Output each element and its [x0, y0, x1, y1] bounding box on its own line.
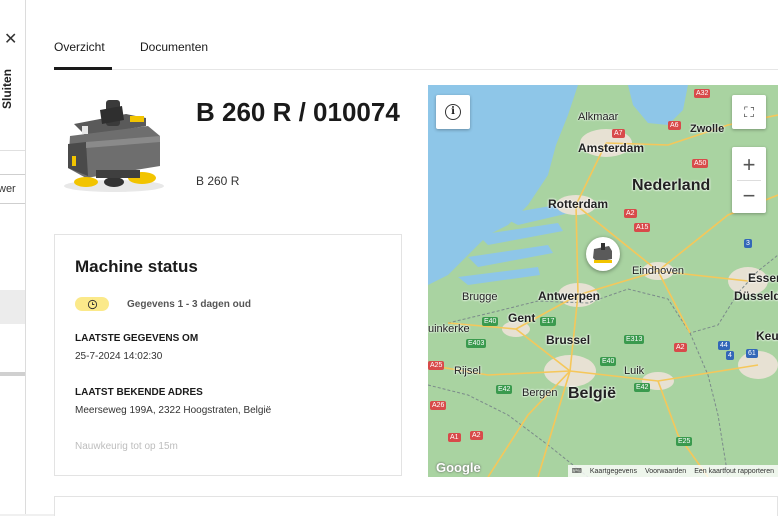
road-badge: E42 [496, 385, 513, 394]
report-error-link[interactable]: Een kaartfout rapporteren [694, 468, 774, 475]
map-info-button[interactable]: i [436, 95, 470, 129]
machine-status-card: Machine status Gegevens 1 - 3 dagen oud … [54, 234, 402, 476]
road-badge: 44 [718, 341, 730, 350]
road-badge: A26 [430, 401, 447, 410]
status-badge: Gegevens 1 - 3 dagen oud [75, 297, 251, 311]
map[interactable]: i ⛶ + − Alkmaar Zwolle Amsterdam Nederla… [428, 85, 778, 477]
search-input[interactable]: wer [0, 174, 25, 204]
close-label[interactable]: Sluiten [0, 66, 18, 112]
road-badge: E403 [466, 339, 487, 348]
road-badge: A2 [624, 209, 637, 218]
road-badge: A2 [470, 431, 483, 440]
info-icon: i [445, 104, 461, 120]
road-badge: A15 [634, 223, 651, 232]
zoom-controls: + − [732, 147, 766, 213]
tab-overzicht[interactable]: Overzicht [54, 40, 112, 70]
road-badge: 61 [746, 349, 758, 358]
map-label-gent: Gent [508, 311, 536, 325]
road-badge: E17 [540, 317, 557, 326]
zoom-in-icon[interactable]: + [743, 150, 756, 180]
main-panel: Overzicht Documenten B 260 R / 010074 B … [26, 0, 778, 516]
last-data-value: 25-7-2024 14:02:30 [75, 351, 163, 362]
road-badge: E40 [600, 357, 617, 366]
scrollbar[interactable] [0, 372, 25, 376]
machine-image [64, 100, 164, 192]
terms-link[interactable]: Voorwaarden [645, 468, 686, 475]
accuracy-hint: Nauwkeurig tot op 15m [75, 441, 178, 452]
map-attribution: ⌨ Kaartgegevens Voorwaarden Een kaartfou… [567, 465, 778, 477]
tab-documenten[interactable]: Documenten [140, 40, 208, 64]
road-badge: A7 [612, 129, 625, 138]
map-label-duinkerke: uinkerke [428, 323, 470, 335]
keyboard-icon[interactable]: ⌨ [572, 467, 582, 475]
google-logo: Google [436, 460, 481, 475]
map-label-brussel: Brussel [546, 333, 591, 347]
clock-icon [75, 297, 109, 311]
road-badge: E25 [676, 437, 693, 446]
sidebar-row[interactable] [0, 290, 25, 324]
status-heading: Machine status [75, 257, 198, 276]
road-badge: A6 [668, 121, 681, 130]
collapsed-sidebar: ✕ Sluiten wer [0, 0, 26, 514]
map-label-belgie: België [568, 385, 617, 402]
map-label-alkmaar: Alkmaar [578, 111, 619, 123]
map-label-rijsel: Rijsel [454, 365, 481, 377]
map-label-nederland: Nederland [632, 177, 711, 194]
machine-location-marker[interactable] [586, 237, 620, 271]
map-label-antwerpen: Antwerpen [538, 289, 601, 303]
map-label-rotterdam: Rotterdam [548, 197, 609, 211]
last-data-label: LAATSTE GEGEVENS OM [75, 333, 199, 344]
road-badge: A50 [692, 159, 709, 168]
map-label-keulen: Keu [756, 329, 778, 343]
road-badge: A32 [694, 89, 711, 98]
map-data-link[interactable]: Kaartgegevens [590, 468, 637, 475]
map-label-luik: Luik [624, 365, 645, 377]
road-badge: E42 [634, 383, 651, 392]
close-icon[interactable]: ✕ [4, 32, 17, 48]
map-label-amsterdam: Amsterdam [578, 141, 645, 155]
road-badge: 4 [726, 351, 734, 360]
map-label-eindhoven: Eindhoven [632, 265, 684, 277]
divider [0, 150, 25, 151]
machine-title: B 260 R / 010074 [196, 97, 400, 127]
tab-bar: Overzicht Documenten [54, 40, 778, 70]
map-label-essen: Essen [748, 271, 778, 285]
fullscreen-icon: ⛶ [744, 103, 754, 120]
road-badge: A25 [428, 361, 445, 370]
road-badge: A2 [674, 343, 687, 352]
data-age-text: Gegevens 1 - 3 dagen oud [127, 298, 251, 310]
map-label-zwolle: Zwolle [690, 123, 725, 135]
last-address-value: Meerseweg 199A, 2322 Hoogstraten, België [75, 405, 272, 416]
machine-model: B 260 R [196, 174, 240, 188]
map-label-bergen: Bergen [522, 387, 558, 399]
zoom-out-icon[interactable]: − [743, 181, 756, 211]
last-address-label: LAATST BEKENDE ADRES [75, 387, 203, 398]
road-badge: E313 [624, 335, 645, 344]
road-badge: A1 [448, 433, 461, 442]
road-badge: E40 [482, 317, 499, 326]
fullscreen-button[interactable]: ⛶ [732, 95, 766, 129]
bottom-card [54, 496, 778, 516]
road-badge: 3 [744, 239, 752, 248]
map-label-brugge: Brugge [462, 291, 498, 303]
machine-marker-icon [593, 243, 612, 263]
map-label-dusseldorf: Düsseld [734, 289, 778, 303]
